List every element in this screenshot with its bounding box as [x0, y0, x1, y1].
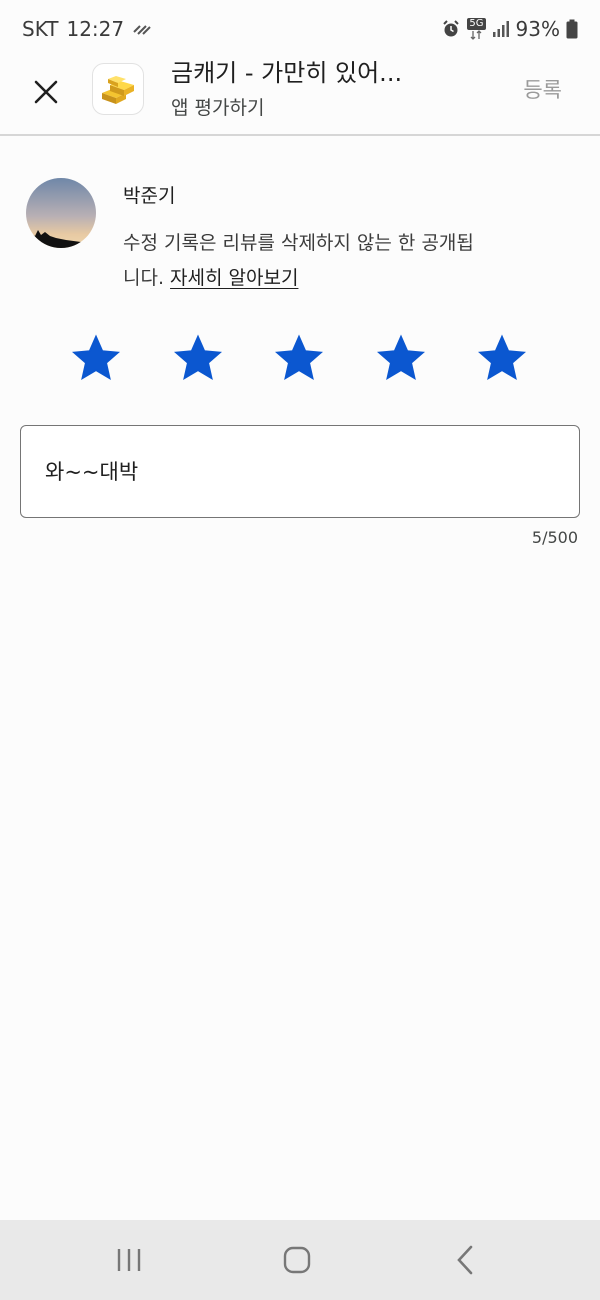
submit-button[interactable]: 등록 — [523, 74, 562, 104]
back-icon — [457, 1245, 473, 1275]
star-icon-2[interactable] — [174, 334, 222, 382]
character-counter: 5/500 — [531, 528, 578, 547]
recent-apps-icon — [117, 1249, 141, 1271]
review-text: 와~~대박 — [45, 460, 139, 484]
recent-apps-button[interactable] — [109, 1240, 149, 1280]
gold-bars-icon — [102, 76, 134, 104]
back-button[interactable] — [446, 1240, 486, 1280]
network-type-icon: 5G — [467, 18, 486, 40]
status-left: SKT 12:27 — [22, 17, 152, 41]
home-button[interactable] — [277, 1240, 317, 1280]
battery-icon — [566, 19, 578, 39]
learn-more-link[interactable]: 자세히 알아보기 — [170, 267, 298, 289]
public-notice: 수정 기록은 리뷰를 삭제하지 않는 한 공개됩니다. 자세히 알아보기 — [123, 226, 483, 296]
app-subtitle: 앱 평가하기 — [171, 97, 265, 119]
network-type-label: 5G — [467, 18, 486, 30]
home-icon — [283, 1246, 311, 1274]
star-rating — [0, 334, 600, 384]
app-icon — [92, 63, 144, 115]
app-title: 금캐기 - 가만히 있어... — [171, 59, 403, 87]
alarm-icon — [441, 19, 461, 39]
star-icon-3[interactable] — [275, 334, 323, 382]
star-icon-5[interactable] — [478, 334, 526, 382]
close-icon — [34, 80, 58, 104]
avatar — [26, 178, 96, 248]
star-icon-4[interactable] — [377, 334, 425, 382]
star-icon-1[interactable] — [72, 334, 120, 382]
system-navigation-bar — [0, 1220, 600, 1300]
battery-percent: 93% — [515, 17, 560, 41]
signal-activity-icon — [132, 20, 152, 38]
close-button[interactable] — [24, 70, 68, 114]
status-bar: SKT 12:27 5G 93% — [0, 0, 600, 58]
status-right: 5G 93% — [441, 17, 578, 41]
clock: 12:27 — [66, 17, 125, 41]
review-text-field[interactable]: 와~~대박 — [20, 425, 580, 518]
carrier-label: SKT — [22, 17, 59, 41]
write-review-screen: SKT 12:27 5G 93% 금캐기 - 가만히 있어... 앱 평가하기 … — [0, 0, 600, 1300]
cell-signal-icon — [492, 20, 510, 38]
user-name: 박준기 — [123, 185, 176, 207]
top-app-bar: 금캐기 - 가만히 있어... 앱 평가하기 등록 — [0, 58, 600, 136]
